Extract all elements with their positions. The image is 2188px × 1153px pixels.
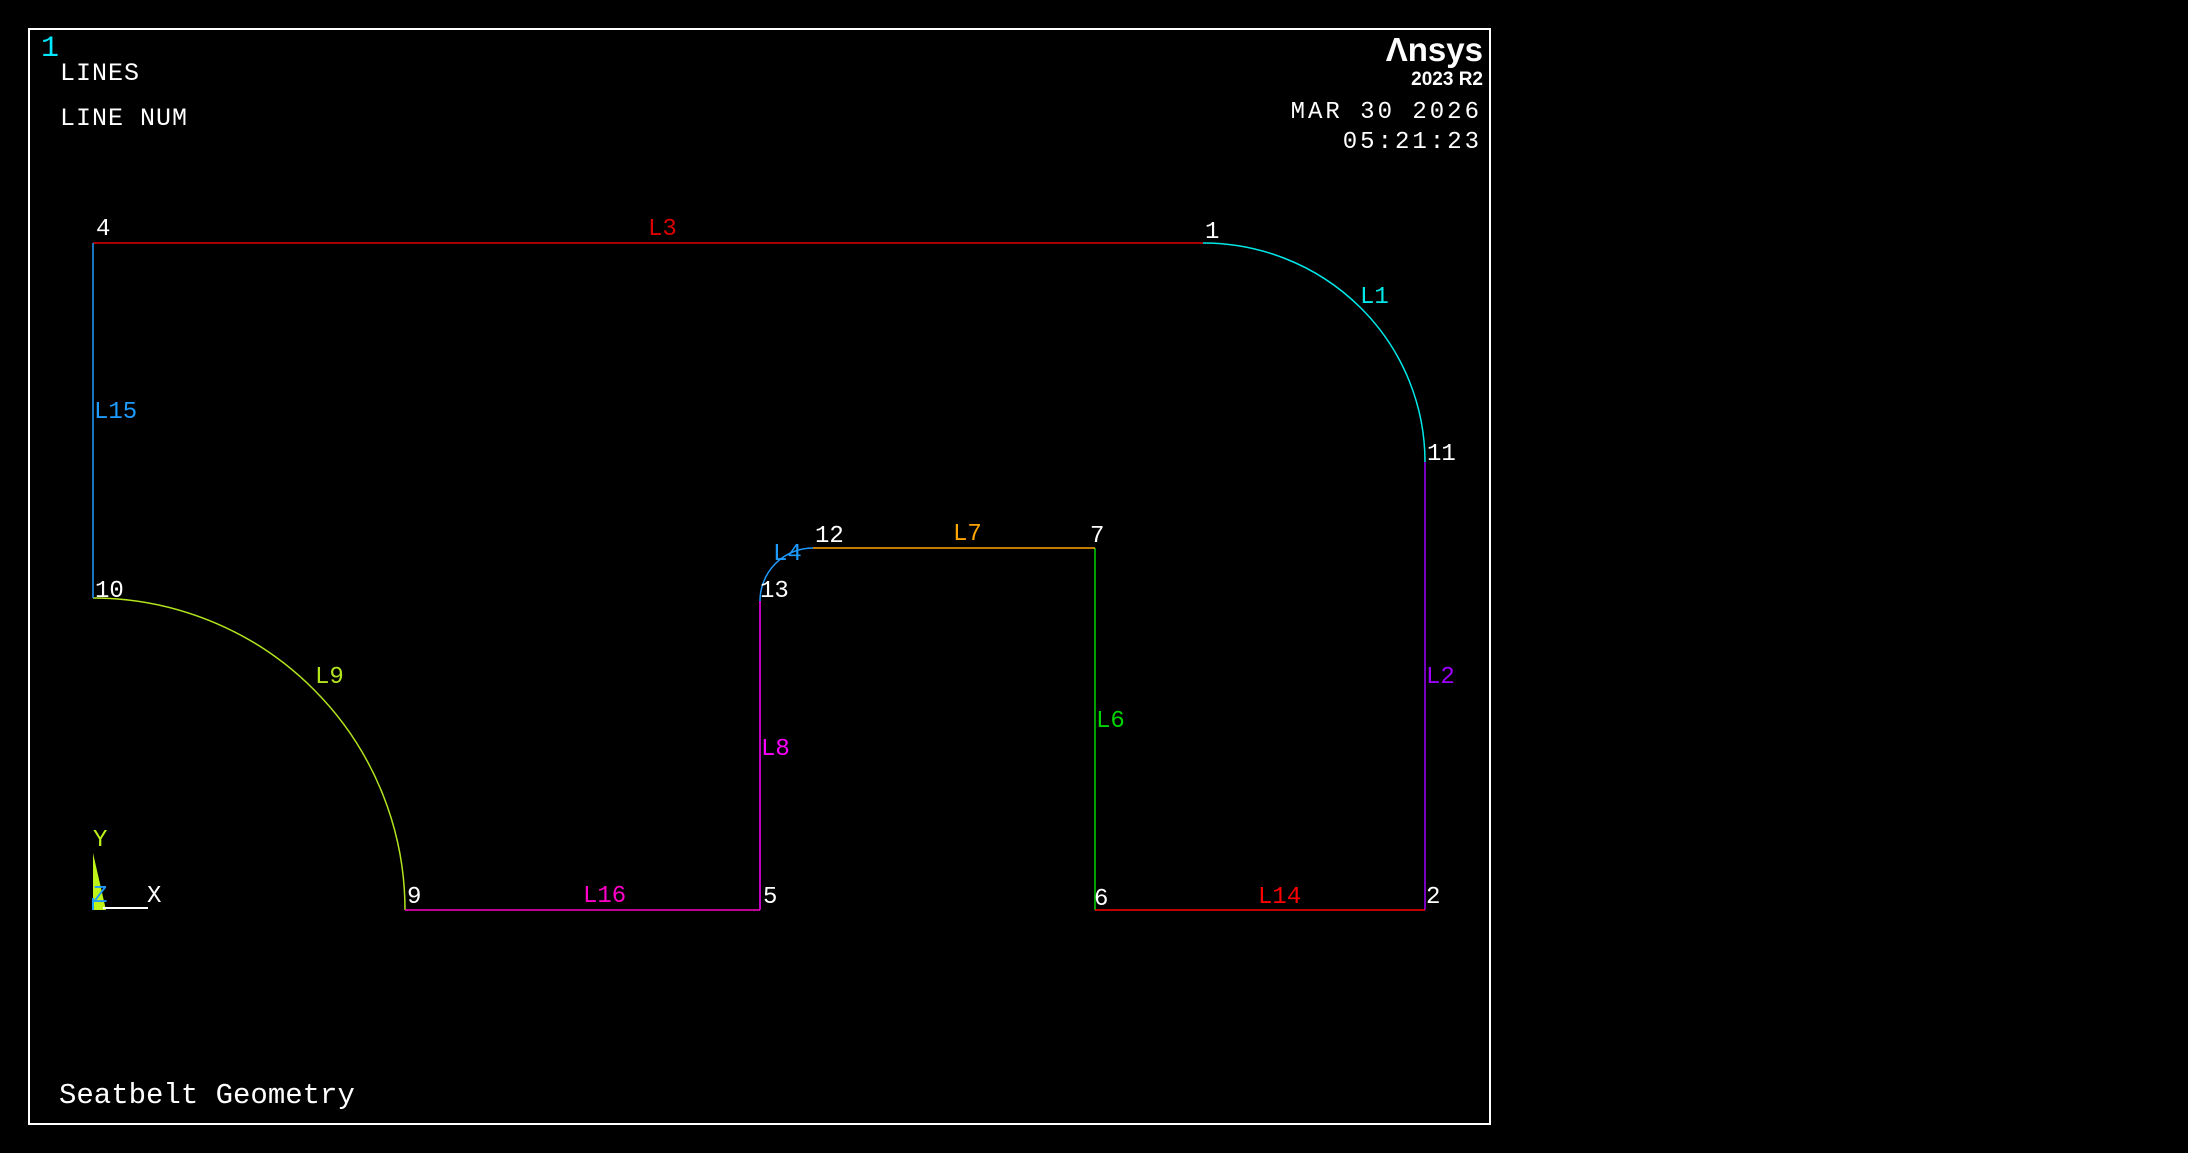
triad-y-label: Y — [93, 827, 107, 854]
line-L9[interactable] — [93, 598, 405, 910]
triad-z-label: Z — [93, 883, 107, 910]
keypoint-label-2: 2 — [1426, 884, 1440, 911]
keypoint-label-11: 11 — [1427, 441, 1456, 468]
line-L1[interactable] — [1203, 243, 1425, 462]
keypoint-label-12: 12 — [815, 523, 844, 550]
graphics-plot-window[interactable]: 1 LINES LINE NUM Λnsys 2023 R2 MAR 30 20… — [28, 28, 1491, 1125]
line-label-L16: L16 — [583, 883, 626, 910]
line-label-L6: L6 — [1096, 708, 1125, 735]
keypoint-label-5: 5 — [763, 884, 777, 911]
line-label-L7: L7 — [953, 521, 982, 548]
line-label-L14: L14 — [1258, 884, 1301, 911]
line-label-L4: L4 — [773, 541, 802, 568]
keypoint-label-9: 9 — [407, 884, 421, 911]
line-label-L2: L2 — [1426, 664, 1455, 691]
plot-caption: Seatbelt Geometry — [59, 1081, 355, 1110]
line-label-L9: L9 — [315, 664, 344, 691]
line-label-L3: L3 — [648, 216, 677, 243]
line-label-L8: L8 — [761, 736, 790, 763]
triad: Y Z X — [93, 827, 161, 910]
keypoint-label-4: 4 — [96, 216, 110, 243]
keypoint-label-7: 7 — [1090, 523, 1104, 550]
keypoint-label-13: 13 — [760, 578, 789, 605]
triad-x-label: X — [147, 883, 161, 910]
keypoint-label-10: 10 — [95, 578, 124, 605]
keypoint-label-1: 1 — [1205, 219, 1219, 246]
line-plot-canvas[interactable]: L1 L2 L3 L4 L6 L7 L8 L9 L14 L15 L16 4 1 … — [30, 30, 1489, 1123]
line-label-L15: L15 — [94, 399, 137, 426]
keypoint-label-6: 6 — [1094, 886, 1108, 913]
line-label-L1: L1 — [1360, 284, 1389, 311]
ansys-graphics-screen: 1 LINES LINE NUM Λnsys 2023 R2 MAR 30 20… — [0, 0, 2188, 1153]
